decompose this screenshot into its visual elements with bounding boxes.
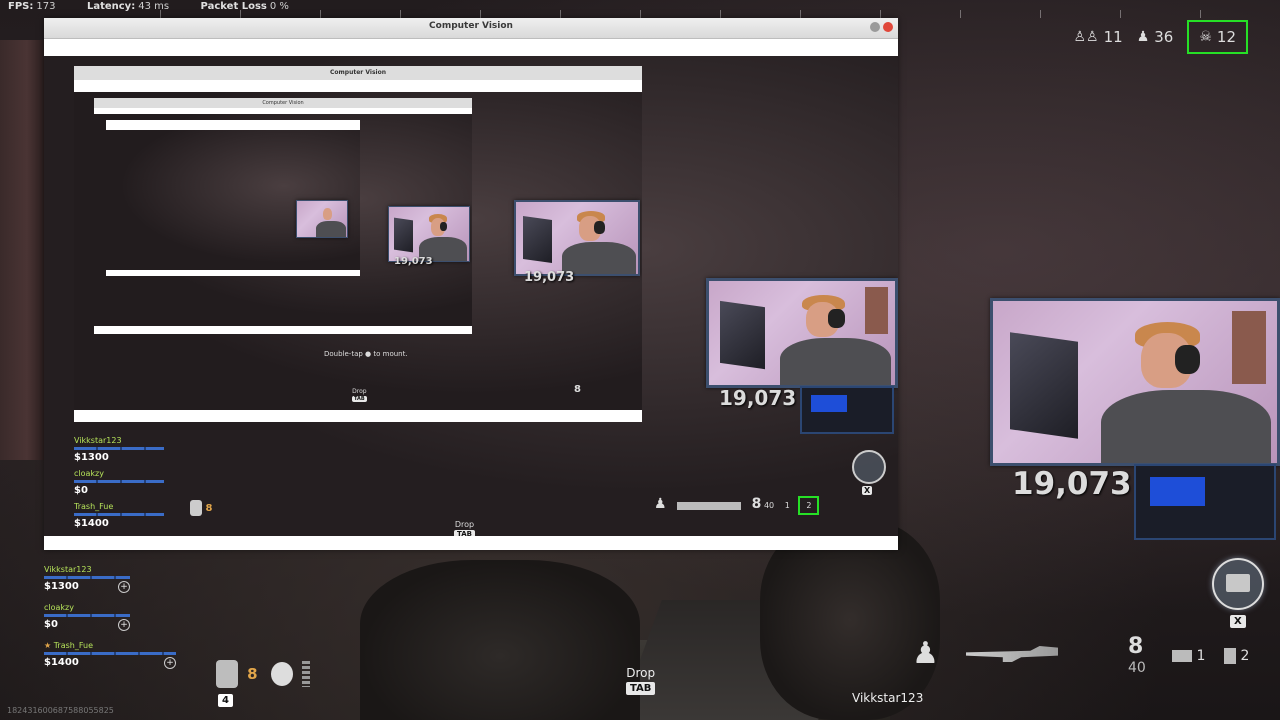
armor-count: 4 — [218, 694, 233, 707]
webcam-nested-2 — [514, 200, 640, 276]
squad-list-nested: Vikkstar123 $1300 cloakzy $0 Trash_Fue $… — [74, 436, 164, 529]
killstreak-icon[interactable] — [1212, 558, 1264, 610]
nested-mount-hint: Double-tap ● to mount. — [324, 350, 408, 358]
lethal-slot: 1 — [1172, 648, 1205, 664]
ping-plus-icon: + — [118, 619, 130, 631]
computer-vision-window[interactable]: Computer Vision Computer Vision Computer… — [44, 18, 898, 550]
webcam-nested-3 — [388, 206, 470, 262]
wall — [0, 40, 45, 460]
player-arm-right — [760, 520, 940, 720]
nested-ammo: 8 — [574, 384, 581, 395]
minimize-button[interactable] — [870, 22, 880, 32]
controller-nested-1 — [800, 386, 894, 434]
captured-frame: Computer Vision Computer Vision 19,073 1… — [44, 56, 898, 536]
group-icon: ♙♙ — [1073, 29, 1099, 45]
armor-vest-icon — [216, 660, 238, 688]
gas-mask-icon — [270, 662, 293, 686]
armor-nested: 8 — [190, 500, 212, 516]
ping-plus-icon: + — [164, 657, 176, 669]
webcam-score-nested-1: 19,073 — [719, 386, 797, 410]
nested-drop-hint: Drop TAB — [352, 388, 367, 402]
webcam-overlay — [990, 298, 1280, 466]
close-button[interactable] — [883, 22, 893, 32]
tactical-slot-nested: 2 — [798, 496, 820, 515]
match-counts: ♙♙ 11 ♟ 36 ☠ 12 — [1059, 20, 1248, 54]
tactical-icon — [1224, 648, 1236, 664]
ping-plus-icon: + — [118, 581, 130, 593]
webcam-score: 19,073 — [1012, 466, 1132, 502]
nested-window-3 — [106, 120, 360, 276]
armor-vest-icon — [190, 500, 202, 516]
weapon-icon — [966, 646, 1058, 662]
squad-list: Vikkstar123 $1300 + cloakzy $0 + ★ Trash… — [44, 565, 184, 669]
skull-icon: ☠ — [1199, 29, 1212, 45]
plate-stack-icon — [301, 661, 310, 687]
stance-icon: ♟ — [654, 496, 667, 512]
killstreak-key-nested: X — [862, 486, 873, 495]
compass-ticks — [160, 10, 1280, 18]
players-remaining: ♟ 36 — [1136, 28, 1174, 46]
killstreak-icon-nested — [852, 450, 886, 484]
window-content: Computer Vision Computer Vision 19,073 1… — [44, 39, 898, 550]
webcam-score-nested-2: 19,073 — [524, 270, 575, 285]
leader-star-icon: ★ — [44, 641, 52, 650]
nested-window-2: Computer Vision 19,073 — [94, 98, 472, 334]
ammo-magazine: 8 — [1128, 634, 1144, 659]
tactical-slot: 2 — [1224, 648, 1249, 664]
weapon-icon — [677, 501, 742, 510]
killstreak-key: X — [1230, 615, 1246, 628]
drop-key: TAB — [626, 682, 656, 695]
webcam-nested-4 — [296, 200, 348, 238]
squads-remaining: ♙♙ 11 — [1073, 28, 1123, 46]
window-title: Computer Vision — [429, 21, 513, 31]
armor-hud: 8 4 — [216, 660, 310, 707]
ammo-reserve: 40 — [1128, 660, 1146, 676]
person-icon: ♟ — [1136, 29, 1150, 45]
window-titlebar[interactable]: Computer Vision — [44, 18, 898, 39]
webcam-nested-1 — [706, 278, 898, 388]
kill-count: ☠ 12 — [1187, 20, 1248, 54]
weapon-hud: ♟ 8 40 1 2 — [912, 634, 1262, 680]
nested-title: Computer Vision — [74, 66, 642, 80]
webcam-score-nested-3: 19,073 — [394, 256, 433, 267]
player-arm — [360, 560, 640, 720]
stance-icon: ♟ — [912, 636, 939, 671]
supply-box-icon — [1226, 574, 1250, 592]
controller-cam — [1134, 464, 1276, 540]
debug-id: 1824316006875880558​25 — [7, 706, 114, 715]
nested-title-2: Computer Vision — [94, 98, 472, 108]
drop-hint-nested: Drop TAB — [454, 520, 475, 536]
weapon-hud-nested: ♟ 8 40 1 2 — [654, 496, 820, 515]
teammate-nametag: Vikkstar123 — [852, 691, 924, 705]
lethal-icon — [1172, 650, 1192, 662]
nested-window: Computer Vision Computer Vision 19,073 1… — [74, 66, 642, 422]
drop-hint: Drop TAB — [626, 666, 656, 695]
